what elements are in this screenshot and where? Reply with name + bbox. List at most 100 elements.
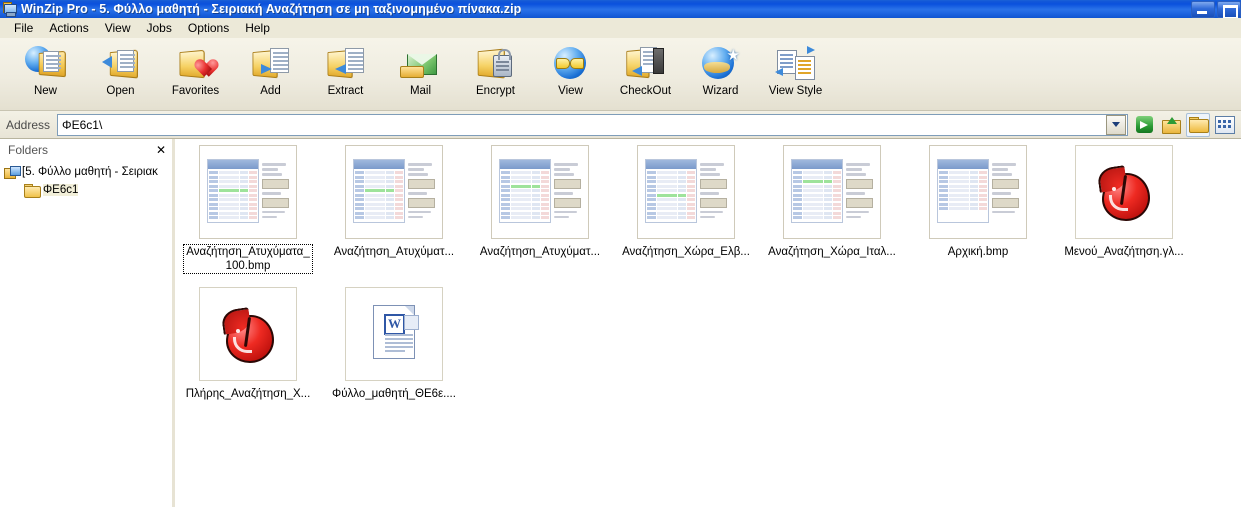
toolbar-button-view-style[interactable]: View Style [758,38,833,108]
toolbar-button-checkout[interactable]: CheckOut [608,38,683,108]
favorites-heart-icon [173,42,219,84]
address-bar: Address [0,111,1241,139]
toolbar-label: Wizard [702,85,739,97]
view-glasses-icon [548,42,594,84]
checkout-icon [623,42,669,84]
toolbar-button-wizard[interactable]: ★ Wizard [683,38,758,108]
file-label: Αναζήτηση_Χώρα_Ιταλ... [768,246,896,258]
tree-item-fe6c1[interactable]: ΦΕ6c1 [4,181,172,199]
folders-pane: Folders ✕ [5. Φύλλο μαθητή - Σειριακ ΦΕ6… [0,139,172,507]
toolbar-label: View [558,85,583,97]
toolbar-label: View Style [768,85,823,97]
toolbar-label: Favorites [171,85,220,97]
toolbar-label: Mail [409,85,432,97]
toolbar-button-new[interactable]: New [8,38,83,108]
file-label: Αναζήτηση_Ατυχύματα_ 100.bmp [183,244,313,274]
window-controls [1191,1,1241,19]
toolbar-button-add[interactable]: Add [233,38,308,108]
toolbar-button-encrypt[interactable]: Encrypt [458,38,533,108]
word-document-thumbnail: W [345,287,443,381]
open-archive-icon [98,42,144,84]
window-title: WinZip Pro - 5. Φύλλο μαθητή - Σειριακή … [21,2,522,16]
chevron-down-icon [1112,122,1120,127]
list-item[interactable]: Αναζήτηση_Ατυχύματα_ 100.bmp [175,139,321,274]
list-item[interactable]: Αρχική.bmp [905,139,1051,273]
go-arrow-icon [1135,116,1153,133]
tree-item-archive-root[interactable]: [5. Φύλλο μαθητή - Σειριακ [4,163,172,181]
menu-item-options[interactable]: Options [180,19,237,37]
file-label: Μενού_Αναζήτηση.γλ... [1064,246,1184,258]
word-document-icon: W [367,303,421,365]
red-blob-thumbnail [1075,145,1173,239]
file-label: Αρχική.bmp [947,246,1009,258]
menu-item-file[interactable]: File [6,19,41,37]
archive-root-icon [4,165,21,179]
spreadsheet-thumbnail [491,145,589,239]
spreadsheet-thumbnail [783,145,881,239]
spreadsheet-thumbnail [929,145,1027,239]
address-dropdown-button[interactable] [1106,114,1126,135]
encrypt-lock-icon [473,42,519,84]
list-item[interactable]: Αναζήτηση_Χώρα_Ιταλ... [759,139,905,273]
list-item[interactable]: Πλήρης_Αναζήτηση_Χ... [175,281,321,401]
red-blob-icon [220,307,276,363]
list-item[interactable]: W Φύλλο_μαθητή_ΘΕ6ε.... [321,281,467,401]
minimize-button[interactable] [1191,1,1215,18]
toolbar-label: Encrypt [476,85,515,97]
menu-bar: File Actions View Jobs Options Help [0,18,1241,38]
file-label: Πλήρης_Αναζήτηση_Χ... [185,388,311,400]
up-one-level-button[interactable] [1159,113,1183,137]
wizard-star-icon: ★ [698,42,744,84]
mail-envelope-icon [398,42,444,84]
menu-item-actions[interactable]: Actions [41,19,96,37]
file-label: Αναζήτηση_Ατυχύματ... [479,246,601,258]
file-label: Αναζήτηση_Χώρα_Ελβ... [622,246,750,258]
spreadsheet-thumbnail [199,145,297,239]
address-input-wrapper[interactable] [57,113,1128,136]
list-item[interactable]: Μενού_Αναζήτηση.γλ... [1051,139,1197,273]
list-item[interactable]: Αναζήτηση_Ατυχύματ... [321,139,467,273]
file-label: Φύλλο_μαθητή_ΘΕ6ε.... [332,388,456,400]
red-blob-icon [1096,165,1152,221]
toolbar-button-view[interactable]: View [533,38,608,108]
file-list-row: Αναζήτηση_Ατυχύματα_ 100.bmp Αναζήτηση_Α… [175,139,1241,274]
toolbar-label: Open [106,85,135,97]
open-folder-icon [1188,117,1209,133]
extract-files-icon [323,42,369,84]
menu-item-jobs[interactable]: Jobs [139,19,180,37]
toolbar: New Open Favorites Add Extract Mail Encr… [0,38,1241,111]
address-input[interactable] [58,115,1106,134]
maximize-button[interactable] [1217,1,1241,19]
view-style-button[interactable] [1213,113,1237,137]
view-style-icon [1215,115,1235,134]
folder-tree: [5. Φύλλο μαθητή - Σειριακ ΦΕ6c1 [0,161,172,199]
file-list-row: Πλήρης_Αναζήτηση_Χ... W Φύλλο_μαθητή_ΘΕ6… [175,281,1241,401]
toolbar-button-favorites[interactable]: Favorites [158,38,233,108]
toolbar-label: Add [260,85,281,97]
toolbar-label: CheckOut [619,85,672,97]
toolbar-label: Extract [327,85,364,97]
folders-pane-title: Folders [8,143,49,157]
list-item[interactable]: Αναζήτηση_Χώρα_Ελβ... [613,139,759,273]
toolbar-label: New [33,85,57,97]
address-toolbar [1128,112,1241,137]
up-folder-icon [1161,116,1181,134]
menu-item-view[interactable]: View [97,19,139,37]
go-button[interactable] [1132,113,1156,137]
spreadsheet-thumbnail [637,145,735,239]
tree-item-label: [5. Φύλλο μαθητή - Σειριακ [22,166,158,178]
open-folder-button[interactable] [1186,112,1210,137]
add-files-icon [248,42,294,84]
winzip-window: WinZip Pro - 5. Φύλλο μαθητή - Σειριακή … [0,0,1241,507]
file-list: Αναζήτηση_Ατυχύματα_ 100.bmp Αναζήτηση_Α… [175,139,1241,507]
folder-icon [24,183,41,198]
spreadsheet-thumbnail [345,145,443,239]
view-style-icon [773,42,819,84]
close-icon[interactable]: ✕ [156,143,166,157]
list-item[interactable]: Αναζήτηση_Ατυχύματ... [467,139,613,273]
toolbar-button-mail[interactable]: Mail [383,38,458,108]
toolbar-button-open[interactable]: Open [83,38,158,108]
menu-item-help[interactable]: Help [237,19,278,37]
toolbar-button-extract[interactable]: Extract [308,38,383,108]
folders-pane-header: Folders ✕ [0,139,172,161]
